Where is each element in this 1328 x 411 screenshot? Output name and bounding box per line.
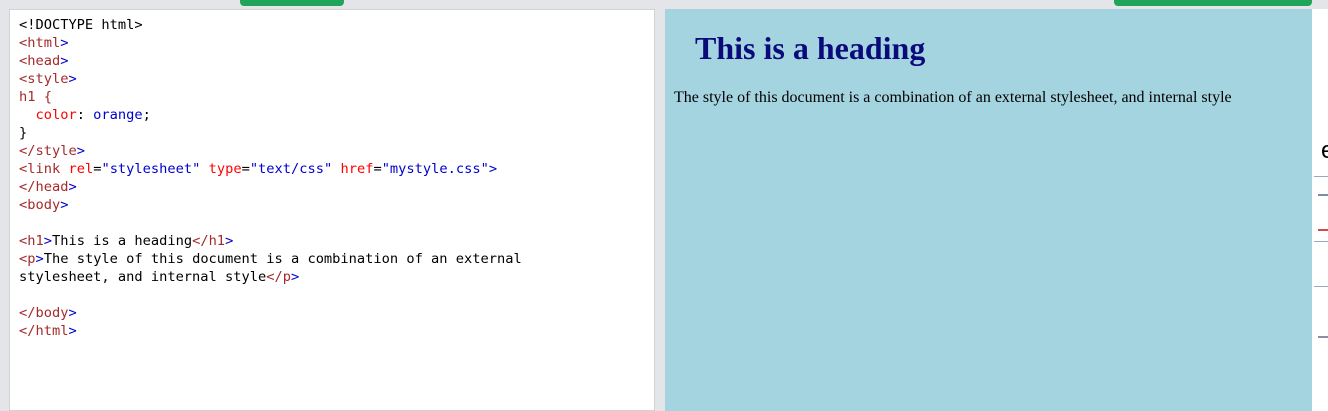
adjacent-panel-edge: e — [1312, 9, 1328, 411]
code-line: } — [19, 125, 28, 141]
edge-divider-line — [1314, 176, 1328, 177]
preview-heading: This is a heading — [695, 30, 926, 66]
code-line: <style> — [19, 71, 77, 87]
code-line: h1 { — [19, 89, 52, 105]
edge-mark — [1318, 229, 1328, 231]
code-line: <head> — [19, 53, 69, 69]
code-line: </html> — [19, 323, 77, 339]
code-line: stylesheet, and internal style</p> — [19, 269, 300, 285]
code-editor[interactable]: <!DOCTYPE html> <html> <head> <style> h1… — [9, 9, 655, 411]
code-line: <link rel="stylesheet" type="text/css" h… — [19, 161, 498, 177]
code-line: <p>The style of this document is a combi… — [19, 251, 522, 267]
toolbar-button-tab[interactable] — [1114, 0, 1312, 6]
result-preview: This is a heading The style of this docu… — [665, 9, 1312, 411]
edge-mark — [1318, 194, 1328, 196]
code-line: <h1>This is a heading</h1> — [19, 233, 234, 249]
code-line: <body> — [19, 197, 69, 213]
edge-divider-line — [1314, 286, 1328, 287]
pane-divider[interactable] — [656, 9, 665, 411]
code-line: color: orange; — [35, 107, 151, 123]
run-button-tab[interactable] — [240, 0, 344, 6]
edge-divider-line — [1314, 241, 1328, 242]
code-line: </style> — [19, 143, 85, 159]
code-content[interactable]: <!DOCTYPE html> <html> <head> <style> h1… — [10, 10, 654, 340]
code-line: </head> — [19, 179, 77, 195]
code-line: <html> — [19, 35, 69, 51]
code-line: </body> — [19, 305, 77, 321]
preview-paragraph: The style of this document is a combinat… — [674, 89, 1232, 106]
code-line: <!DOCTYPE html> — [19, 17, 143, 33]
edge-partial-glyph: e — [1321, 137, 1328, 164]
edge-mark — [1318, 336, 1328, 338]
